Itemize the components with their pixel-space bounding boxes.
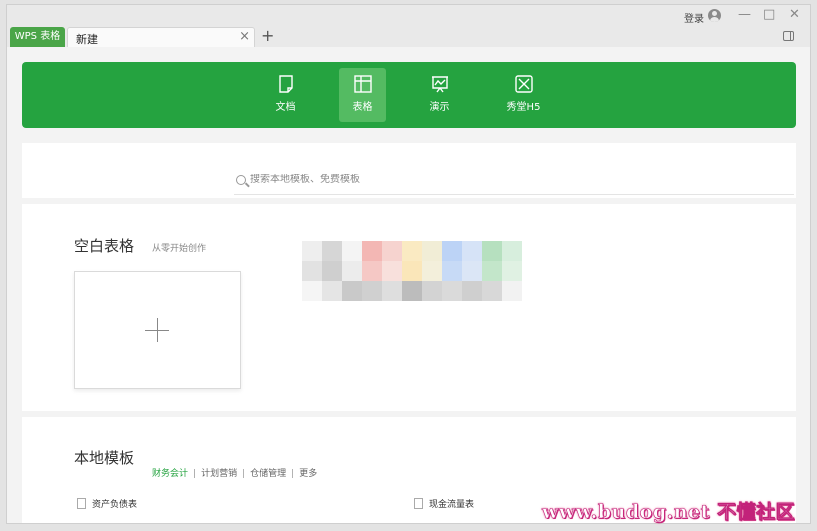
template-categories: 财务会计 | 计划营销 | 仓储管理 | 更多 xyxy=(152,469,318,479)
new-blank-spreadsheet-card[interactable] xyxy=(74,271,241,389)
tab-h5[interactable]: 秀堂H5 xyxy=(500,68,547,122)
search-input[interactable] xyxy=(250,174,650,185)
blank-subtitle: 从零开始创作 xyxy=(152,244,207,254)
template-balance-sheet[interactable]: 资产负债表 xyxy=(77,497,137,510)
template-label: 现金流量表 xyxy=(429,500,475,510)
tab-h5-label: 秀堂H5 xyxy=(506,102,541,113)
template-label: 资产负债表 xyxy=(92,500,138,510)
tab-presentation[interactable]: 演示 xyxy=(416,68,463,122)
blurred-thumbnails xyxy=(302,241,522,301)
title-bar: WPS 表格 新建 × + 登录 — □ ✕ xyxy=(7,5,810,47)
avatar-icon[interactable] xyxy=(708,9,721,22)
file-icon xyxy=(414,498,423,509)
template-cash-flow[interactable]: 现金流量表 xyxy=(414,497,474,510)
local-template-title: 本地模板 xyxy=(74,449,135,467)
category-bar: 文档 表格 演示 秀堂H5 xyxy=(22,62,796,128)
tab-new[interactable]: 新建 × xyxy=(67,27,255,47)
tab-document[interactable]: 文档 xyxy=(262,68,309,122)
tab-document-label: 文档 xyxy=(275,102,296,113)
category-warehouse[interactable]: 仓储管理 xyxy=(250,469,286,479)
document-icon xyxy=(278,75,293,93)
sidebar-toggle-icon[interactable] xyxy=(783,31,794,41)
login-link[interactable]: 登录 xyxy=(684,10,704,25)
app-window: WPS 表格 新建 × + 登录 — □ ✕ 文档 表格 演示 秀堂H5 搜索本… xyxy=(6,4,811,524)
maximize-button[interactable]: □ xyxy=(763,7,775,22)
search-icon xyxy=(236,175,246,185)
search-panel xyxy=(22,143,796,198)
app-tab[interactable]: WPS 表格 xyxy=(10,27,65,47)
category-finance[interactable]: 财务会计 xyxy=(152,469,188,479)
tab-spreadsheet[interactable]: 表格 xyxy=(339,68,386,122)
watermark: www.budog.net 不懂社区 xyxy=(542,501,796,524)
close-tab-icon[interactable]: × xyxy=(239,29,250,44)
minimize-button[interactable]: — xyxy=(738,7,751,22)
category-more[interactable]: 更多 xyxy=(299,469,317,479)
tab-new-label: 新建 xyxy=(76,33,98,46)
h5-icon xyxy=(514,75,533,93)
tab-spreadsheet-label: 表格 xyxy=(352,102,373,113)
category-marketing[interactable]: 计划营销 xyxy=(201,469,237,479)
search-box[interactable] xyxy=(234,171,794,195)
table-icon xyxy=(353,75,372,93)
blank-section: 空白表格 从零开始创作 xyxy=(22,204,796,411)
tab-presentation-label: 演示 xyxy=(429,102,450,113)
blank-title: 空白表格 xyxy=(74,237,135,255)
file-icon xyxy=(77,498,86,509)
new-tab-button[interactable]: + xyxy=(261,26,274,45)
close-button[interactable]: ✕ xyxy=(789,7,800,22)
presentation-icon xyxy=(431,76,448,93)
